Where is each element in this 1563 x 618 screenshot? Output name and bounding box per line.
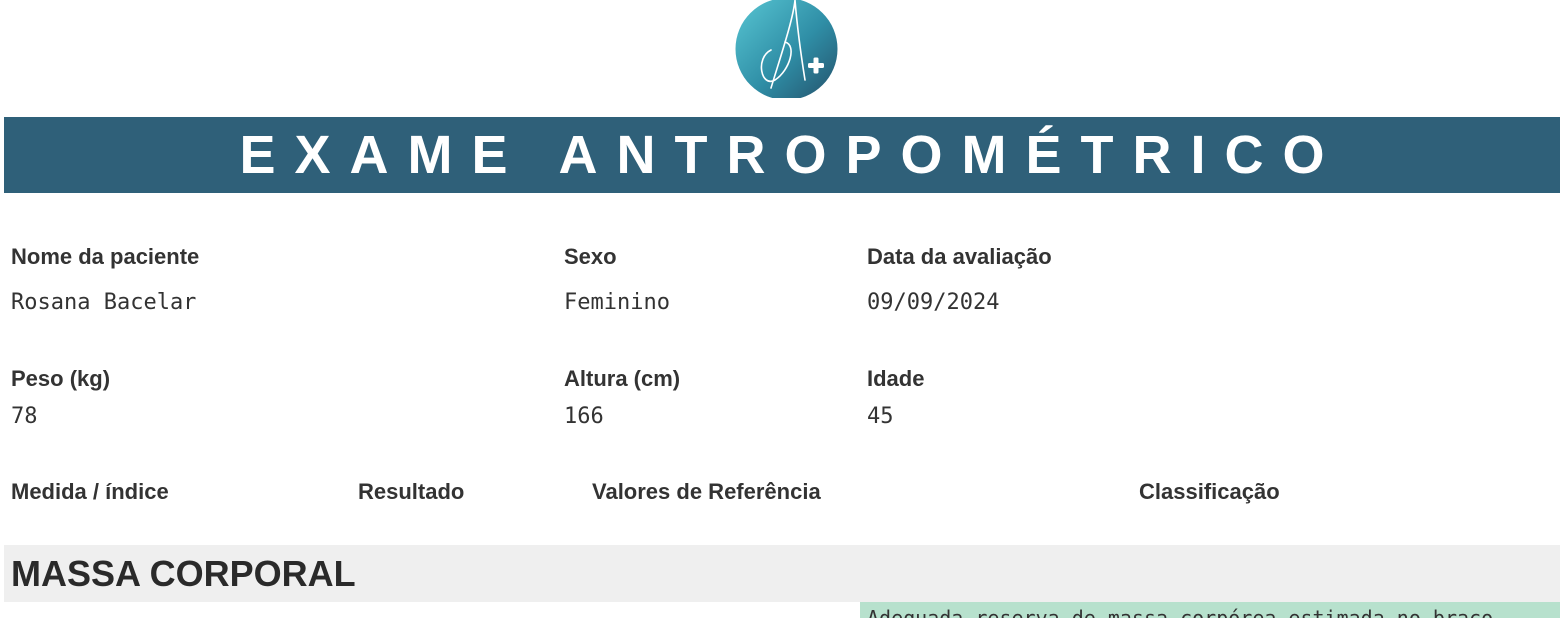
section-band: MASSA CORPORAL (4, 545, 1560, 602)
column-header-result: Resultado (358, 479, 465, 504)
sex-value: Feminino (564, 290, 670, 315)
column-header-measure: Medida / índice (11, 479, 169, 504)
page: EXAME ANTROPOMÉTRICO Nome da paciente Ro… (0, 0, 1563, 618)
age-label: Idade (867, 366, 925, 391)
classification-cell: Adequada reserva de massa corpórea estim… (860, 602, 1560, 618)
weight-label: Peso (kg) (11, 366, 111, 391)
height-label: Altura (cm) (564, 366, 681, 391)
a-plus-logo-icon (735, 0, 838, 98)
evaluation-date-value: 09/09/2024 (867, 290, 1000, 315)
title-bar: EXAME ANTROPOMÉTRICO (4, 117, 1560, 193)
column-header-reference: Valores de Referência (592, 479, 821, 504)
column-header-classification: Classificação (1139, 479, 1280, 504)
classification-text: Adequada reserva de massa corpórea estim… (867, 606, 1494, 618)
height-value: 166 (564, 404, 604, 429)
patient-name-value: Rosana Bacelar (11, 290, 197, 315)
section-title: MASSA CORPORAL (11, 552, 356, 594)
sex-label: Sexo (564, 244, 617, 269)
page-title: EXAME ANTROPOMÉTRICO (239, 125, 1344, 185)
weight-value: 78 (11, 404, 38, 429)
evaluation-date-label: Data da avaliação (867, 244, 1052, 269)
patient-name-label: Nome da paciente (11, 244, 200, 269)
age-value: 45 (867, 404, 894, 429)
